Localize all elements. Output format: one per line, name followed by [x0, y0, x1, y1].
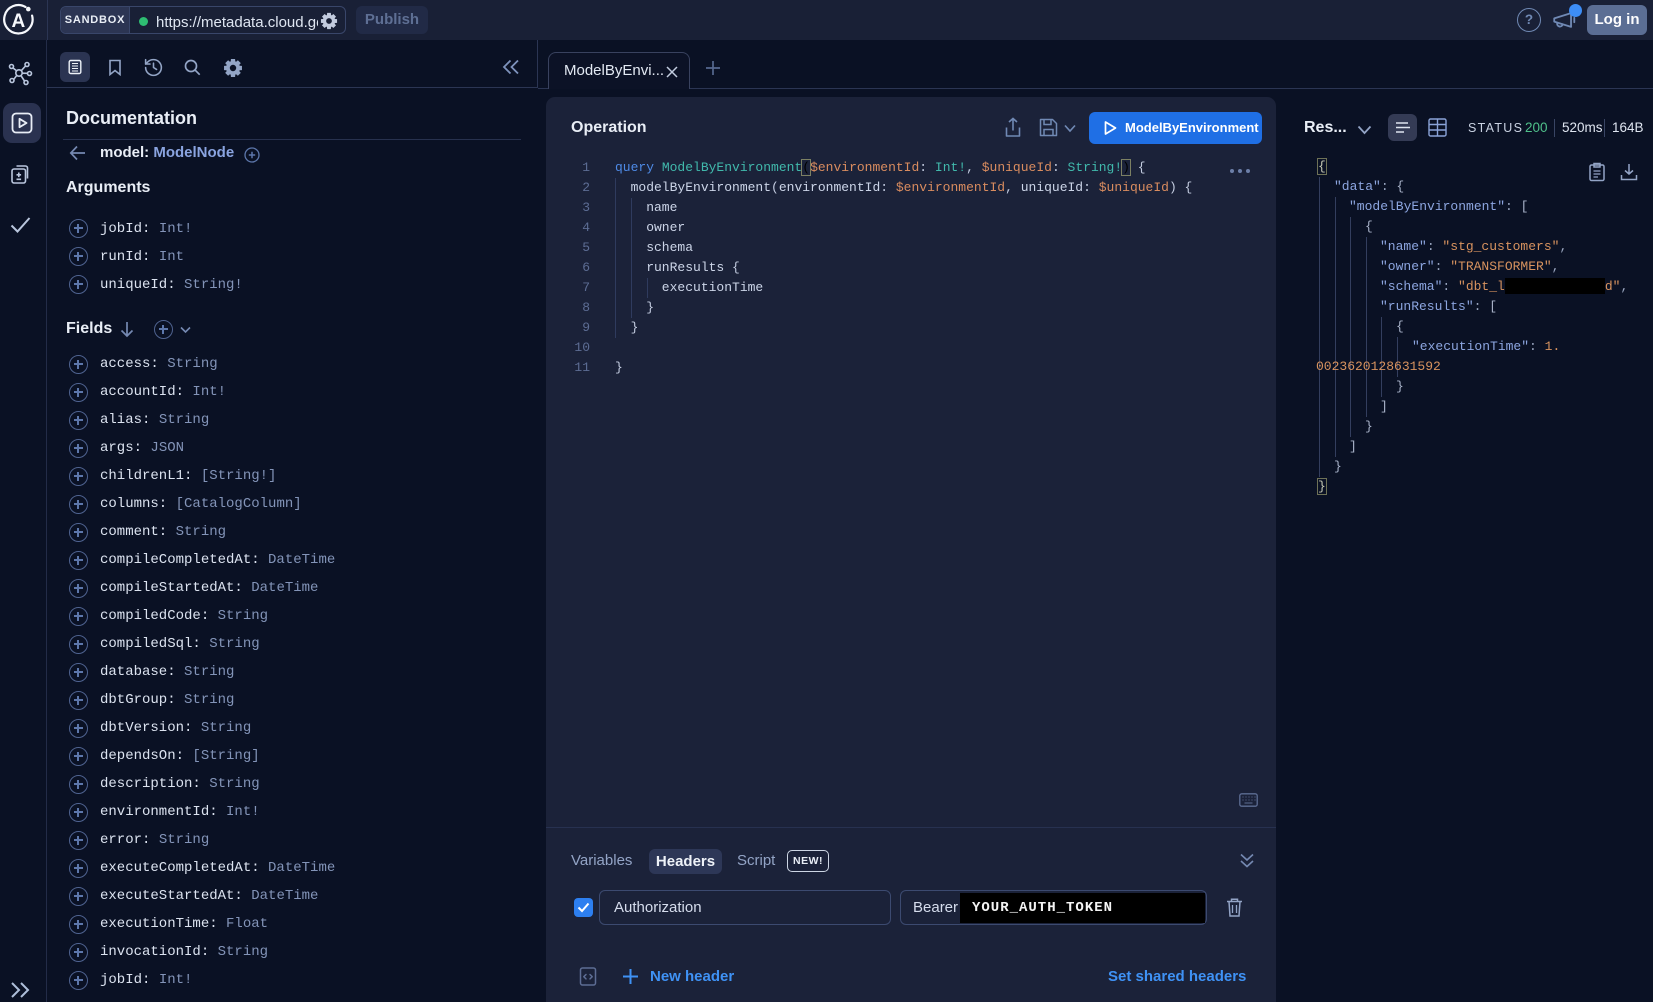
svg-text:A: A: [12, 11, 26, 32]
